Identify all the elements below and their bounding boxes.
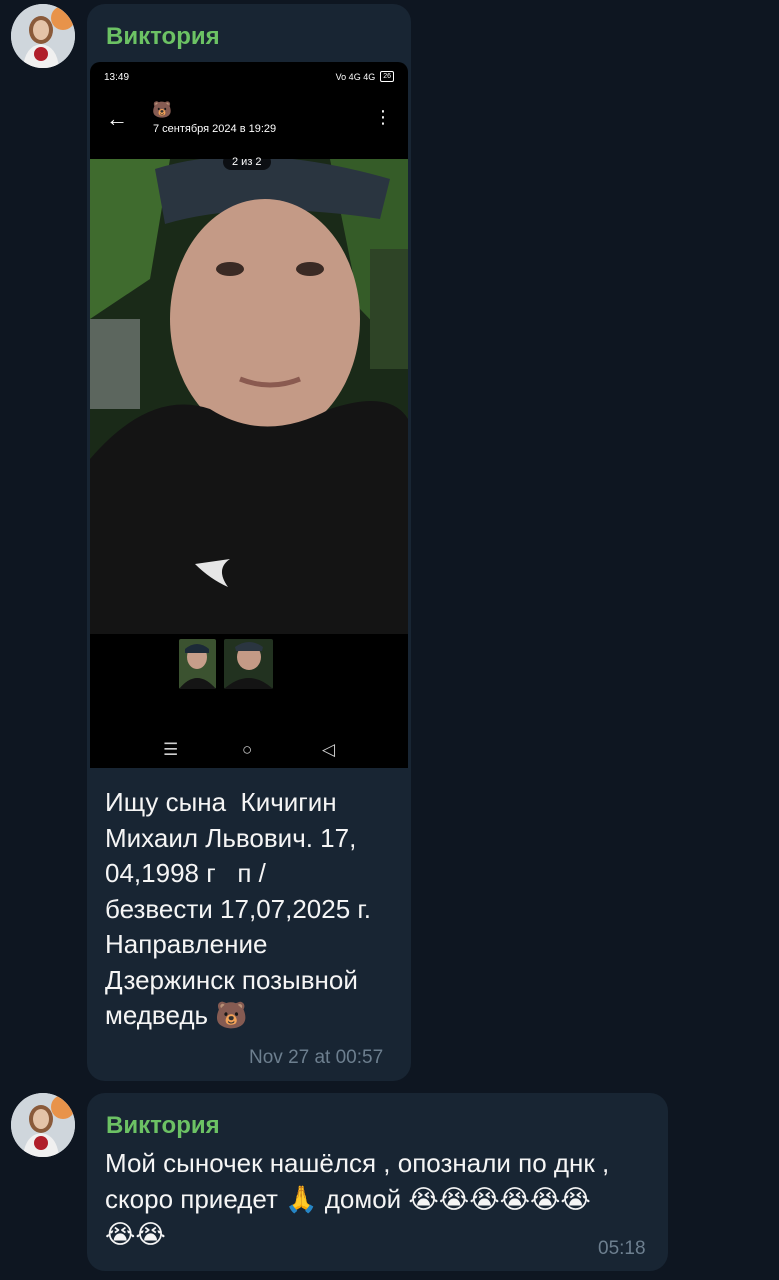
sender-name[interactable]: Виктория — [106, 1112, 220, 1140]
photo-counter: 2 из 2 — [223, 154, 271, 170]
back-arrow-icon[interactable]: ← — [106, 108, 128, 130]
back-nav-icon: ◁ — [322, 740, 336, 759]
message-time: 05:18 — [598, 1238, 646, 1259]
thumbnail-2[interactable] — [224, 639, 273, 689]
more-menu-icon[interactable]: ⋮ — [374, 108, 392, 126]
status-time: 13:49 — [104, 72, 130, 83]
battery-icon: 26 — [380, 71, 394, 82]
sender-avatar[interactable] — [11, 4, 75, 68]
android-navbar: ☰ ○ ◁ — [90, 732, 408, 768]
menu-nav-icon: ☰ — [163, 740, 179, 759]
home-nav-icon: ○ — [242, 740, 253, 759]
message-text: Ищу сына Кичигин Михаил Львович. 17, 04,… — [105, 787, 371, 1030]
status-indicators: Vo 4G 4G 26 — [336, 71, 394, 82]
message-time: Nov 27 at 00:57 — [249, 1047, 384, 1068]
photo-image — [90, 159, 408, 634]
sender-name[interactable]: Виктория — [106, 23, 220, 51]
bear-emoji: 🐻 — [152, 102, 172, 119]
message-text: Мой сыночек нашёлся , опознали по днк , … — [105, 1148, 610, 1249]
thumbnail-1[interactable] — [179, 639, 216, 689]
sender-avatar[interactable] — [11, 1093, 75, 1157]
signal-text: Vo 4G 4G — [335, 71, 376, 82]
photo-date: 7 сентября 2024 в 19:29 — [153, 123, 277, 135]
status-bar: 13:49 Vo 4G 4G 26 — [90, 62, 408, 92]
viewer-topbar: ← 🐻 7 сентября 2024 в 19:29 ⋮ — [90, 92, 408, 152]
screenshot-attachment[interactable]: 13:49 Vo 4G 4G 26 ← 🐻 7 сентября 2024 в … — [90, 62, 408, 768]
